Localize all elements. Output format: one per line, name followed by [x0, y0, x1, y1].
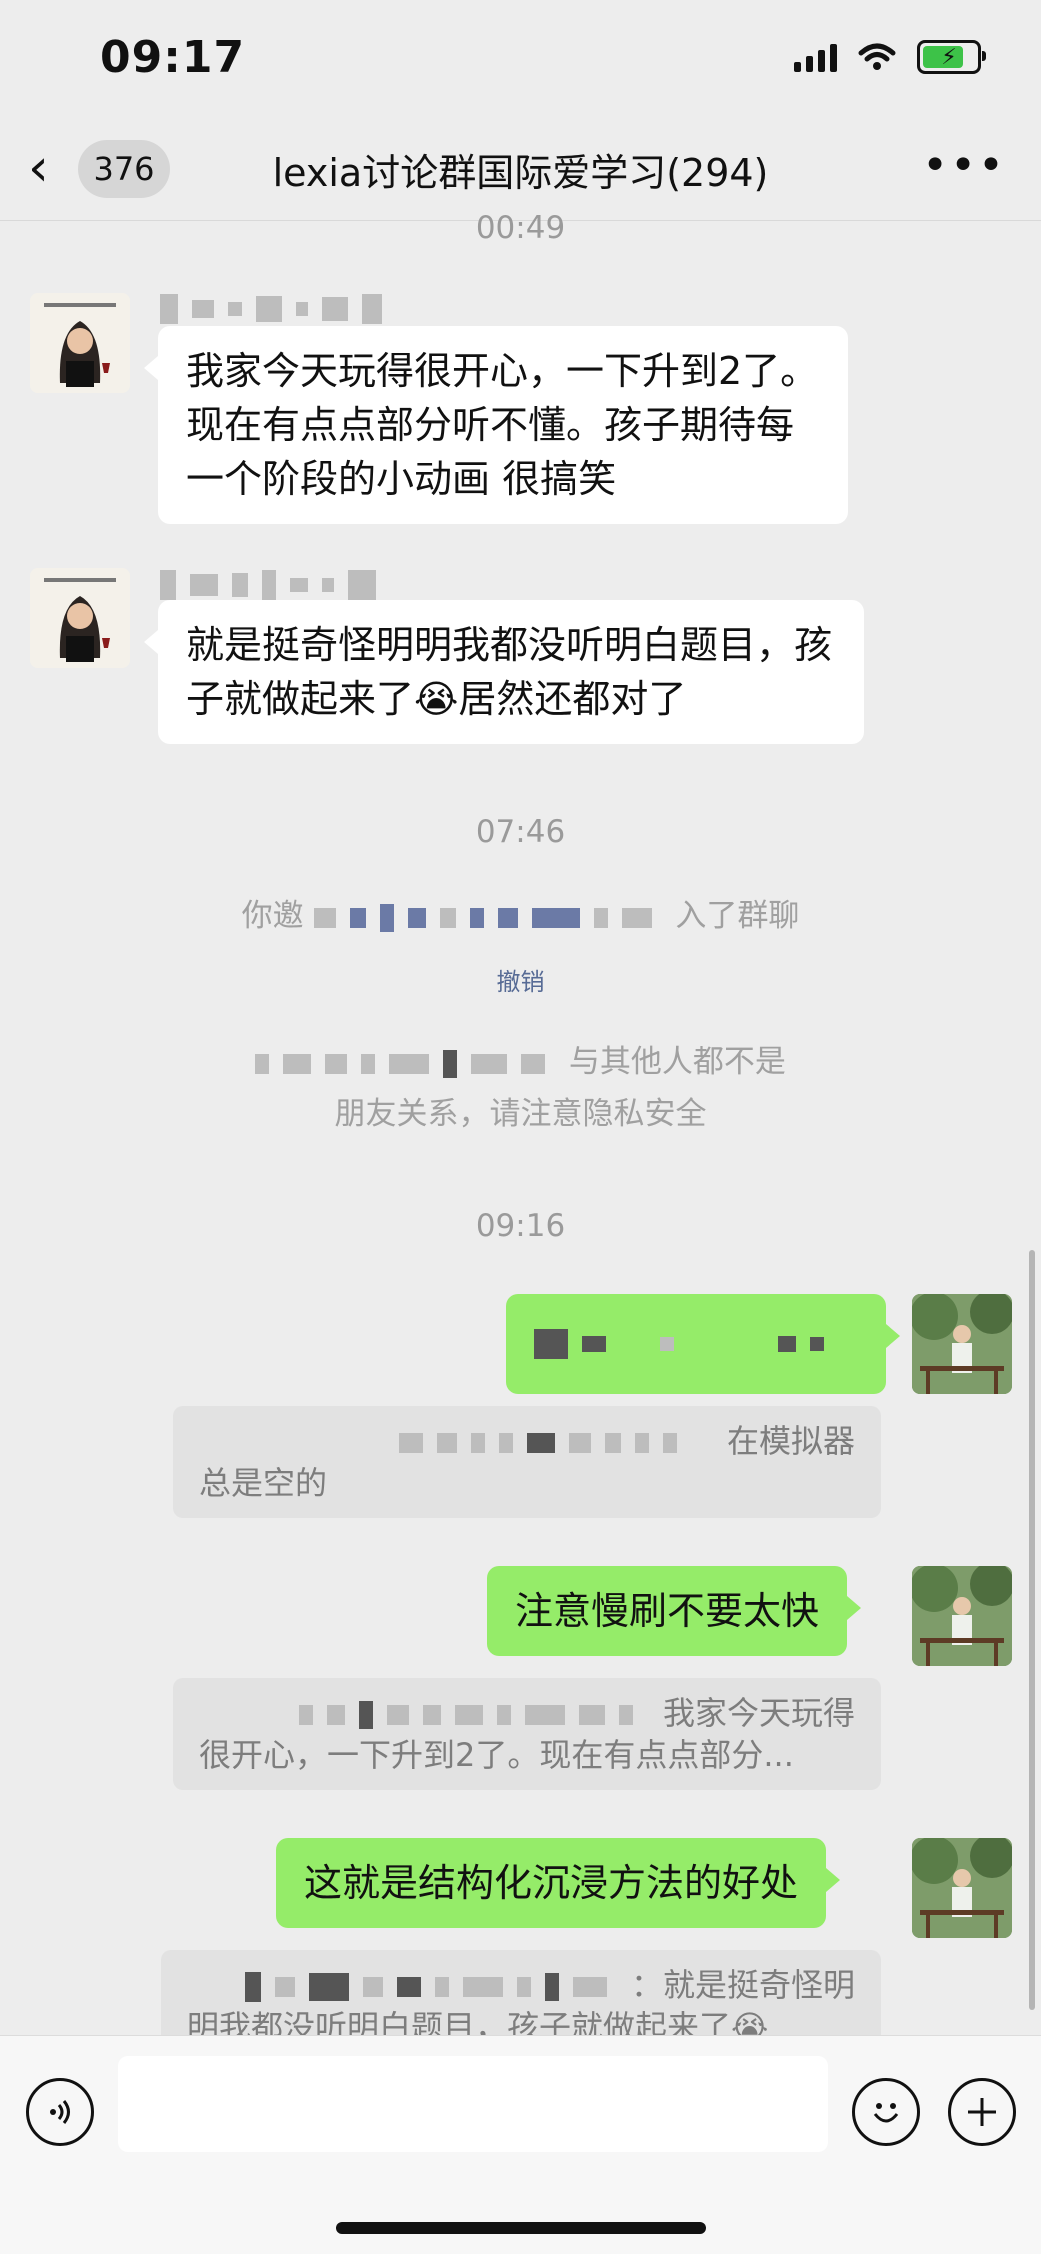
my-avatar[interactable]: [912, 1294, 1012, 1394]
emoji-icon[interactable]: [852, 2078, 920, 2146]
scrollbar[interactable]: [1029, 1250, 1035, 2010]
more-icon[interactable]: •••: [922, 140, 1006, 191]
group-title: lexia讨论群国际爱学习(294): [272, 151, 769, 195]
timestamp: 00:49: [475, 210, 566, 246]
quoted-reply[interactable]: 我家今天玩得 很开心，一下升到2了。现在有点点部分...: [173, 1678, 881, 1790]
unread-count-badge[interactable]: 376: [78, 140, 170, 198]
timestamp: 07:46: [475, 814, 566, 850]
status-icons: ⚡: [794, 40, 986, 74]
crying-emoji-icon: 😭: [414, 677, 459, 721]
outgoing-message-pixelated[interactable]: [506, 1294, 900, 1394]
incoming-message[interactable]: 我家今天玩得很开心，一下升到2了。现在有点点部分听不懂。孩子期待每一个阶段的小动…: [144, 326, 848, 524]
back-chevron-icon[interactable]: ‹: [28, 142, 78, 195]
my-avatar[interactable]: [912, 1838, 1012, 1938]
status-time: 09:17: [100, 32, 246, 83]
quote-text: 我家今天玩得: [662, 1694, 855, 1732]
sender-name-pixelated: [160, 568, 390, 602]
home-indicator[interactable]: [336, 2222, 706, 2234]
quoted-reply[interactable]: ：就是挺奇怪明 明我都没听明白题目，孩子就做起来了😭: [161, 1950, 881, 2048]
quoted-reply[interactable]: 在模拟器 总是空的: [173, 1406, 881, 1518]
quote-text: 总是空的: [199, 1464, 328, 1502]
wifi-icon: [858, 43, 896, 70]
quote-text: 很开心，一下升到2了。现在有点点部分...: [199, 1736, 794, 1774]
timestamp: 09:16: [475, 1208, 566, 1244]
status-bar: 09:17 ⚡: [0, 0, 1041, 120]
message-text: 居然还都对了: [458, 677, 687, 721]
outgoing-message[interactable]: 这就是结构化沉浸方法的好处: [276, 1838, 841, 1928]
quote-text: ：就是挺奇怪明: [630, 1966, 855, 2004]
my-avatar[interactable]: [912, 1566, 1012, 1666]
incoming-message[interactable]: 就是挺奇怪明明我都没听明白题目，孩子就做起来了😭居然还都对了: [144, 600, 864, 744]
sender-name-pixelated: [160, 292, 396, 326]
voice-input-icon[interactable]: [26, 2078, 94, 2146]
revoke-link[interactable]: 撤销: [70, 956, 971, 1008]
quote-text: 在模拟器: [726, 1422, 855, 1460]
plus-icon[interactable]: [948, 2078, 1016, 2146]
system-notice-privacy: 与其他人都不是 朋友关系，请注意隐私安全: [70, 1036, 971, 1140]
chat-header: ‹ 376 lexia讨论群国际爱学习(294) •••: [0, 120, 1041, 221]
battery-charging-icon: ⚡: [917, 40, 986, 74]
outgoing-message[interactable]: 注意慢刷不要太快: [487, 1566, 862, 1656]
avatar[interactable]: [30, 293, 130, 393]
message-input[interactable]: [118, 2056, 828, 2152]
system-notice-invite: 你邀 入了群聊: [241, 898, 800, 934]
cellular-signal-icon: [794, 42, 837, 72]
avatar[interactable]: [30, 568, 130, 668]
